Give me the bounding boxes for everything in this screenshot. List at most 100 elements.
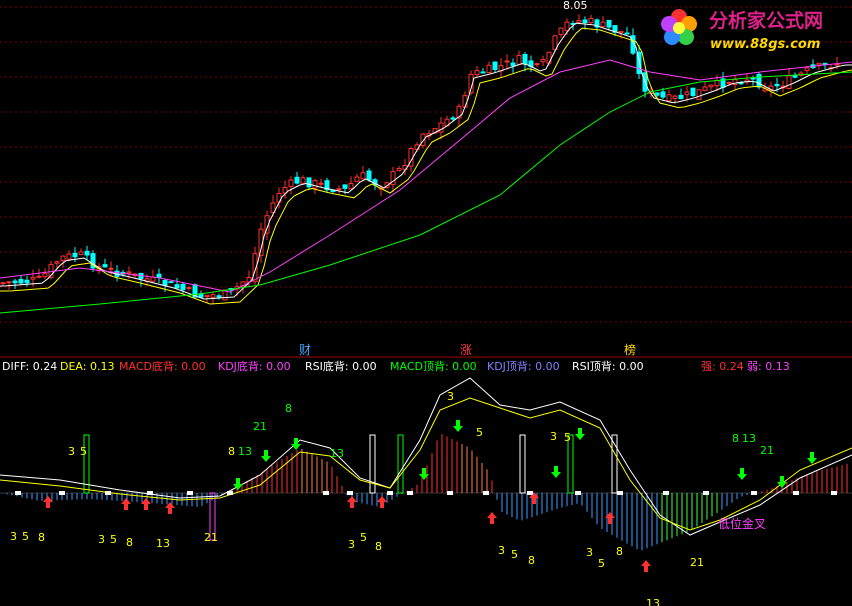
candle-body	[288, 179, 294, 187]
zero-dot	[483, 491, 489, 495]
candle-body	[660, 91, 666, 98]
candle-body	[54, 261, 60, 264]
candle-body	[804, 67, 810, 71]
fib-label: 13	[156, 537, 170, 550]
fib-label: 3	[447, 390, 454, 403]
candle-body	[366, 170, 372, 181]
candle-body	[558, 27, 564, 35]
candle-body	[300, 177, 306, 184]
candle-body	[690, 87, 696, 96]
candle-body	[0, 282, 6, 285]
candle-body	[306, 177, 312, 188]
fib-label: 5	[476, 426, 483, 439]
candle-body	[36, 275, 42, 278]
brand-name: 分析家公式网	[709, 9, 823, 32]
candle-body	[654, 92, 660, 96]
sell-arrow-icon	[807, 452, 817, 464]
fib-label: 13	[646, 597, 660, 606]
brand-logo: 分析家公式网 www.88gs.com	[661, 9, 823, 52]
zero-dot	[59, 491, 65, 495]
fib-label: 3	[10, 530, 17, 543]
candle-body	[582, 19, 588, 24]
candle-body	[204, 294, 210, 297]
flower-icon	[661, 9, 697, 45]
candle-body	[546, 51, 552, 64]
fib-label: 8	[126, 536, 133, 549]
kdj-top-div: KDJ顶背: 0.00	[487, 359, 560, 373]
buy-arrow-icon	[377, 496, 387, 508]
fib-label: 5	[598, 557, 605, 570]
fib-label: 5	[511, 548, 518, 561]
fib-label: 21	[690, 556, 704, 569]
signal-spike	[397, 434, 404, 494]
buy-arrow-icon	[641, 560, 651, 572]
zero-dot	[407, 491, 413, 495]
rsi-bottom-div: RSI底背: 0.00	[305, 359, 377, 373]
fib-label: 3	[68, 445, 75, 458]
candlestick-series	[0, 14, 840, 305]
fib-label: 8	[38, 531, 45, 544]
price-high-label: 8.05	[563, 0, 588, 12]
zero-dot	[447, 491, 453, 495]
fib-label: 3	[550, 430, 557, 443]
candle-body	[486, 64, 492, 74]
sell-arrow-icon	[453, 420, 463, 432]
candle-body	[66, 253, 72, 260]
candle-body	[12, 280, 18, 284]
strong-value: 强: 0.24	[701, 360, 744, 373]
fib-label: 21	[204, 531, 218, 544]
zero-dot	[227, 491, 233, 495]
candle-body	[168, 281, 174, 284]
candle-body	[396, 168, 402, 171]
candle-body	[342, 184, 348, 189]
fib-label: 13	[238, 445, 252, 458]
candle-body	[354, 176, 360, 182]
candle-body	[126, 271, 132, 274]
weak-value: 弱: 0.13	[747, 360, 790, 373]
price-gridlines	[0, 6, 852, 323]
candle-body	[492, 61, 498, 71]
candle-body	[534, 63, 540, 66]
candle-body	[210, 294, 216, 298]
fib-label: 21	[760, 444, 774, 457]
candle-body	[666, 94, 672, 102]
sell-arrow-icon	[575, 428, 585, 440]
zero-dot	[387, 491, 393, 495]
sell-arrow-icon	[551, 466, 561, 478]
zero-dot	[147, 491, 153, 495]
fib-label: 3	[98, 533, 105, 546]
candle-body	[726, 81, 732, 84]
fib-label: 5	[80, 445, 87, 458]
fib-label: 13	[330, 447, 344, 460]
marker-zhang: 涨	[460, 342, 472, 357]
candle-body	[42, 273, 48, 278]
candle-body	[708, 84, 714, 88]
candle-body	[312, 180, 318, 189]
fib-label: 3	[498, 544, 505, 557]
fib-label: 8	[228, 445, 235, 458]
candle-body	[672, 95, 678, 99]
zero-dot	[751, 491, 757, 495]
candle-body	[336, 188, 342, 191]
candle-body	[696, 89, 702, 100]
candle-body	[30, 276, 36, 280]
candle-body	[474, 70, 480, 76]
macd-bottom-div: MACD底背: 0.00	[119, 359, 206, 373]
candle-body	[450, 117, 456, 120]
fib-label: 3	[348, 538, 355, 551]
candle-body	[504, 60, 510, 63]
fib-label: 5	[110, 533, 117, 546]
diff-value: DIFF: 0.24	[2, 360, 57, 373]
kdj-bottom-div: KDJ底背: 0.00	[218, 359, 291, 373]
candle-body	[702, 86, 708, 91]
candle-body	[18, 278, 24, 284]
candle-body	[678, 94, 684, 100]
ma10-line	[0, 27, 852, 305]
fib-label: 8	[375, 540, 382, 553]
candle-body	[714, 79, 720, 87]
brand-url: www.88gs.com	[710, 37, 820, 52]
marker-cai: 财	[299, 343, 311, 357]
candle-body	[78, 251, 84, 256]
sell-arrow-icon	[261, 450, 271, 462]
candle-body	[816, 62, 822, 66]
